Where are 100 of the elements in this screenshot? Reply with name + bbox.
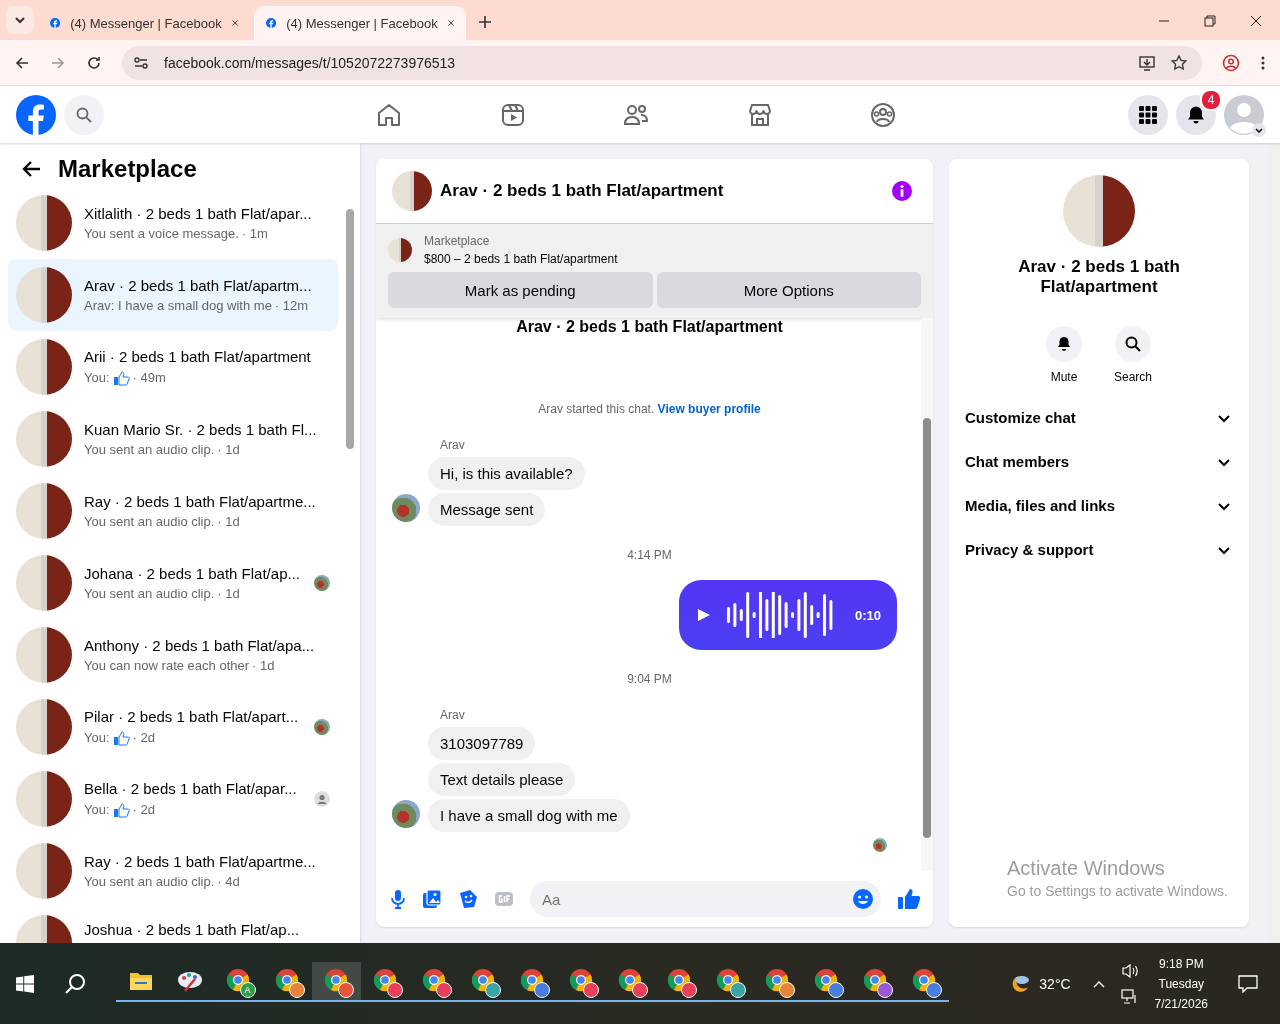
action-button[interactable] [1046, 325, 1082, 362]
action-button[interactable] [1115, 325, 1151, 362]
browser-icon [225, 967, 250, 992]
photo-icon[interactable] [422, 889, 442, 909]
listing-photo [388, 238, 412, 262]
back-arrow-icon[interactable] [22, 159, 42, 179]
message-preview: Arav: I have a small dog with me [84, 298, 272, 314]
timestamp: 9:04 PM [627, 672, 672, 686]
conversation-item[interactable]: Johana · 2 beds 1 bath Flat/ap... You sent an audio clip. · 1d [8, 547, 338, 619]
listing-photo [16, 267, 72, 323]
play-icon[interactable] [697, 608, 711, 622]
activation-notice-title: Activate Windows [1007, 857, 1166, 880]
menu-icon[interactable] [1260, 54, 1266, 71]
listing-action-button[interactable]: Mark as pending [388, 272, 653, 308]
sender-photo [392, 800, 420, 828]
conversation-title: Kuan Mario Sr. · 2 beds 1 bath Fl... [84, 420, 318, 439]
close-icon[interactable] [447, 18, 454, 28]
apps-menu-button[interactable] [1128, 94, 1168, 135]
conversation-item[interactable]: Arav · 2 beds 1 bath Flat/apartm... Arav: I have a small dog with me · 12m [8, 259, 338, 331]
video-icon[interactable] [499, 101, 526, 128]
reload-icon[interactable] [86, 54, 102, 71]
conversation-item[interactable]: Bella · 2 beds 1 bath Flat/apar... You: · 2d [8, 763, 338, 835]
conversation-title: Anthony · 2 beds 1 bath Flat/apa... [84, 636, 316, 655]
chevron-down-icon [14, 14, 26, 26]
marketplace-icon[interactable] [746, 101, 773, 128]
browser-icon [274, 967, 299, 992]
home-icon[interactable] [376, 101, 402, 128]
browser-icon [470, 967, 495, 992]
contact-name: Arav · 2 beds 1 bath Flat/apartment [1017, 257, 1181, 298]
grid-icon [1139, 105, 1157, 124]
install-app-icon[interactable] [1138, 53, 1156, 72]
conversation-item[interactable]: Ray · 2 beds 1 bath Flat/apartme... You sent an audio clip. · 1d [8, 475, 338, 547]
tab-list-button[interactable] [6, 6, 34, 34]
clock-date: 7/21/2026 [1154, 996, 1208, 1011]
info-icon[interactable] [891, 180, 913, 202]
conversation-title: Xitlalith · 2 beds 1 bath Flat/apar... [84, 204, 313, 223]
conversation-item[interactable]: Ray · 2 beds 1 bath Flat/apartme... You sent an audio clip. · 4d [8, 835, 338, 907]
browser-tab[interactable]: (4) Messenger | Facebook [254, 6, 466, 40]
groups-icon[interactable] [870, 101, 896, 128]
browser-icon [813, 967, 838, 992]
browser-tab[interactable]: (4) Messenger | Facebook [38, 6, 250, 40]
listing-label: Marketplace [424, 234, 491, 248]
windows-start-icon[interactable] [16, 974, 34, 993]
scrollbar[interactable] [921, 318, 933, 871]
sticker-icon[interactable] [458, 889, 478, 909]
view-profile-link[interactable]: View buyer profile [657, 402, 761, 416]
conversation-title: Ray · 2 beds 1 bath Flat/apartme... [84, 852, 317, 871]
microphone-icon[interactable] [390, 889, 406, 909]
listing-photo [16, 699, 72, 755]
new-tab-icon[interactable] [478, 15, 492, 29]
close-icon[interactable] [1250, 15, 1262, 27]
conversation-item[interactable]: Arii · 2 beds 1 bath Flat/apartment You: · 49m [8, 331, 338, 403]
details-section[interactable]: Customize chat [949, 395, 1249, 440]
scrollbar[interactable] [1268, 143, 1280, 943]
browser-icon [519, 967, 544, 992]
search-icon[interactable] [64, 972, 86, 995]
conversation-item[interactable]: Xitlalith · 2 beds 1 bath Flat/apar... You sent a voice message. · 1m [8, 187, 338, 259]
listing-photo [16, 771, 72, 827]
conversation-item[interactable]: Anthony · 2 beds 1 bath Flat/apa... You can now rate each other · 1d [8, 619, 338, 691]
chevron-down-icon [1252, 122, 1266, 137]
message-time: · 1d [217, 442, 240, 458]
browser-icon [421, 967, 446, 992]
notifications-icon[interactable] [1238, 974, 1258, 993]
facebook-logo[interactable] [16, 94, 56, 135]
details-section[interactable]: Chat members [949, 439, 1249, 484]
conversation-item[interactable]: Pilar · 2 beds 1 bath Flat/apart... You: · 2d [8, 691, 338, 763]
read-receipt-photo [314, 719, 330, 735]
browser-icon [323, 967, 348, 992]
details-section[interactable]: Media, files and links [949, 483, 1249, 528]
clock-day: Tuesday [1158, 976, 1205, 991]
restore-icon[interactable] [1204, 15, 1216, 27]
listing-photo [16, 627, 72, 683]
voice-message[interactable]: 0:10 [679, 580, 897, 650]
emoji-icon[interactable] [852, 888, 874, 910]
search-button[interactable] [64, 94, 104, 135]
forward-icon[interactable] [50, 54, 66, 71]
details-section[interactable]: Privacy & support [949, 527, 1249, 572]
conversation-title: Joshua · 2 beds 1 bath Flat/ap... [84, 921, 301, 939]
close-icon[interactable] [231, 18, 238, 28]
chat-title: Arav · 2 beds 1 bath Flat/apartment [440, 181, 724, 201]
conversation-item[interactable]: Kuan Mario Sr. · 2 beds 1 bath Fl... You sent an audio clip. · 1d [8, 403, 338, 475]
thumbs-up-icon[interactable] [897, 888, 921, 910]
thread-heading: Arav · 2 beds 1 bath Flat/apartment [516, 318, 783, 336]
network-icon[interactable] [1120, 988, 1139, 1005]
chevron-up-icon[interactable] [1092, 979, 1105, 988]
listing-photo [16, 411, 72, 467]
profile-icon[interactable] [1222, 53, 1240, 72]
address-bar[interactable]: facebook.com/messages/t/1052072273976513 [122, 45, 1202, 80]
action-label: Search [1114, 369, 1152, 384]
back-icon[interactable] [14, 54, 30, 71]
taskbar-app[interactable] [312, 961, 361, 1002]
avatar-icon [1224, 94, 1264, 135]
message-time: · 1d [252, 658, 275, 674]
sender-name: Arav [440, 438, 466, 452]
volume-icon[interactable] [1120, 962, 1139, 979]
star-icon[interactable] [1170, 53, 1188, 72]
message-input[interactable]: Aa [530, 881, 881, 917]
conversation-title: Johana · 2 beds 1 bath Flat/ap... [84, 564, 301, 583]
listing-action-button[interactable]: More Options [656, 272, 921, 308]
message-time: · 1d [217, 586, 240, 602]
